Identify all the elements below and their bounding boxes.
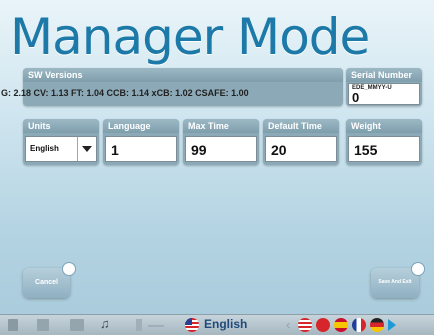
chevron-down-icon[interactable] (77, 137, 96, 161)
music-note-icon[interactable]: ♫ (100, 315, 112, 331)
default-time-label: Default Time (263, 119, 339, 133)
language-label: Language (103, 119, 179, 133)
tv-icon[interactable] (70, 319, 84, 331)
page-title: Manager Mode (10, 8, 370, 66)
weight-label: Weight (346, 119, 422, 133)
default-time-panel: Default Time 20 (263, 119, 339, 165)
max-time-field[interactable]: 99 (185, 136, 257, 162)
save-knob-icon (411, 262, 425, 276)
save-button-label: Save And Exit (378, 279, 412, 285)
canada-flag-icon[interactable] (316, 318, 330, 332)
cancel-knob-icon (62, 262, 76, 276)
france-flag-icon[interactable] (352, 318, 366, 332)
taskbar: ♫ English ‹ (0, 314, 434, 335)
language-indicator[interactable]: English (204, 317, 247, 331)
sw-versions-panel: SW Versions G: 2.18 CV: 1.13 FT: 1.04 CC… (1, 68, 343, 106)
headphones-icon[interactable] (148, 325, 164, 327)
chevron-right-icon[interactable] (388, 319, 396, 331)
us-flag-icon-2[interactable] (298, 318, 312, 332)
units-label: Units (23, 119, 99, 133)
serial-number-value: 0 (352, 90, 360, 105)
cancel-button-label: Cancel (35, 279, 58, 286)
chevron-left-icon[interactable]: ‹ (286, 317, 290, 332)
germany-flag-icon[interactable] (370, 318, 384, 332)
max-time-panel: Max Time 99 (183, 119, 259, 165)
language-panel: Language 1 (103, 119, 179, 165)
weight-field[interactable]: 155 (348, 136, 420, 162)
us-flag-icon[interactable] (185, 318, 199, 332)
cancel-button[interactable]: Cancel (23, 262, 76, 298)
spain-flag-icon[interactable] (334, 318, 348, 332)
max-time-label: Max Time (183, 119, 259, 133)
sw-versions-label: SW Versions (23, 68, 343, 82)
weight-panel: Weight 155 (346, 119, 422, 165)
default-time-field[interactable]: 20 (265, 136, 337, 162)
units-selected-value: English (30, 144, 59, 153)
units-panel: Units English (23, 119, 99, 165)
grid-icon[interactable] (37, 319, 49, 331)
serial-number-field[interactable]: EDE_MMYY-U 0 (348, 83, 420, 105)
serial-number-label: Serial Number (346, 68, 422, 82)
sw-versions-text: G: 2.18 CV: 1.13 FT: 1.04 CCB: 1.14 xCB:… (1, 88, 249, 98)
language-field[interactable]: 1 (105, 136, 177, 162)
phone-icon[interactable] (136, 319, 142, 331)
save-and-exit-button[interactable]: Save And Exit (371, 262, 425, 298)
door-icon[interactable] (8, 319, 18, 331)
serial-number-panel: Serial Number EDE_MMYY-U 0 (346, 68, 422, 106)
units-dropdown[interactable]: English (25, 136, 97, 162)
